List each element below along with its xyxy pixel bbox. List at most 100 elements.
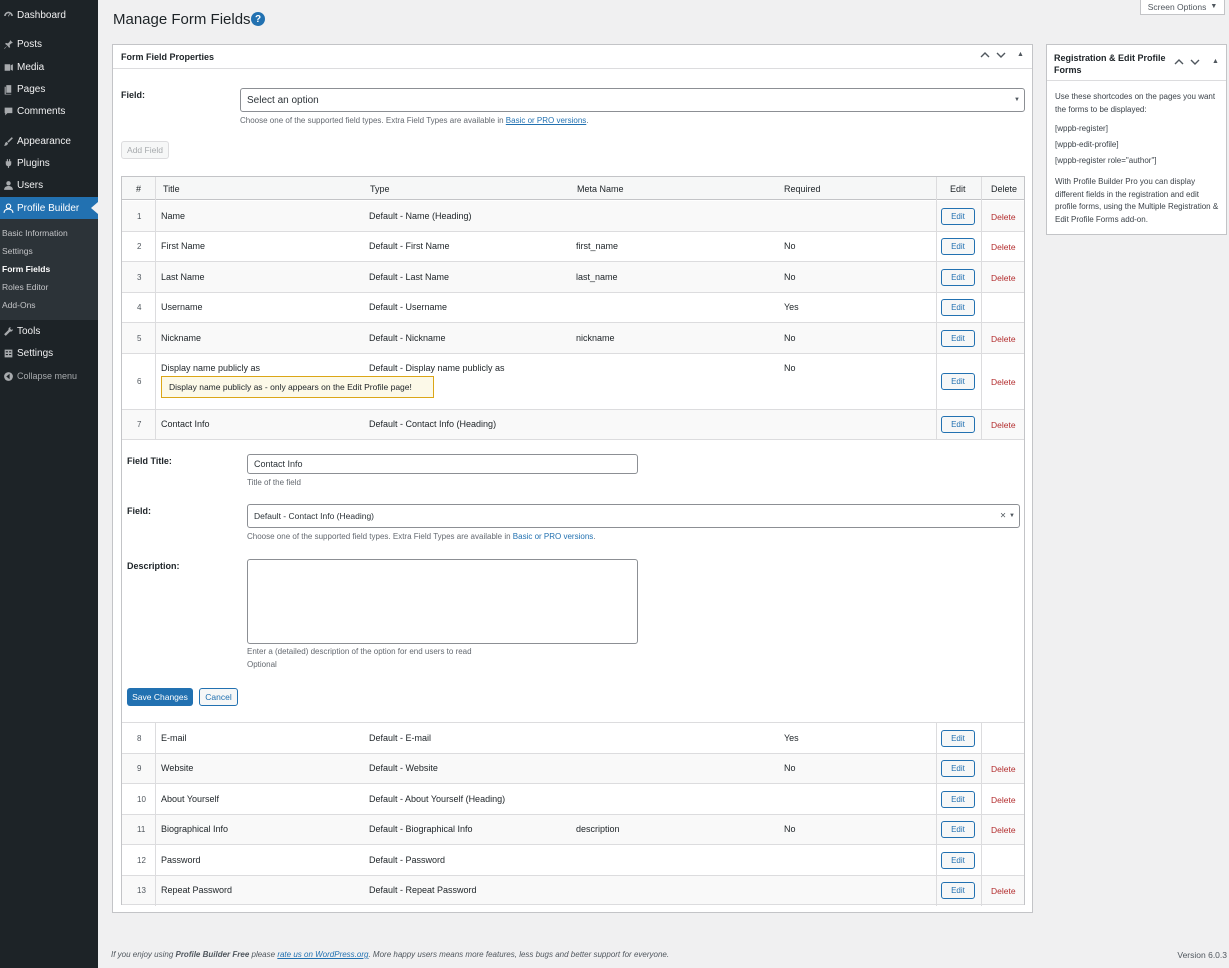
header-edit: Edit: [950, 184, 966, 194]
table-row: 12 Password Default - Password Edit: [122, 845, 1024, 876]
current-menu-arrow: [91, 202, 98, 214]
table-row: 11 Biographical Info Default - Biographica…: [122, 815, 1024, 845]
field-type-help: Choose one of the supported field types.…: [240, 116, 589, 125]
edit-button[interactable]: Edit: [941, 238, 975, 255]
delete-link[interactable]: Delete: [991, 377, 1016, 387]
row-required: No: [784, 332, 796, 343]
row-type: Default - Repeat Password: [369, 884, 477, 895]
menu-tools[interactable]: Tools: [0, 320, 98, 342]
media-icon: [2, 61, 14, 73]
edit-button[interactable]: Edit: [941, 851, 975, 869]
rate-us-link[interactable]: rate us on WordPress.org: [277, 950, 368, 959]
submenu-form-fields[interactable]: Form Fields: [2, 264, 50, 274]
delete-link[interactable]: Delete: [991, 764, 1016, 774]
field-title-help: Title of the field: [247, 478, 301, 487]
toggle-panel-icon[interactable]: ▲: [1017, 51, 1024, 58]
description-optional: Optional: [247, 660, 277, 669]
menu-posts-label: Posts: [17, 38, 43, 50]
side-move-down-icon[interactable]: [1190, 58, 1200, 68]
description-textarea[interactable]: [247, 559, 638, 644]
row-required: Yes: [784, 732, 799, 743]
menu-settings[interactable]: Settings: [0, 342, 98, 364]
form-field-properties-box: Form Field Properties ▲ Field: Select an…: [112, 44, 1033, 913]
column-divider: [155, 723, 156, 906]
column-divider: [981, 177, 982, 440]
footer-suffix: . More happy users means more features, …: [368, 950, 670, 959]
delete-link[interactable]: Delete: [991, 886, 1016, 896]
menu-posts[interactable]: Posts: [0, 33, 98, 55]
delete-link[interactable]: Delete: [991, 334, 1016, 344]
row-type: Default - First Name: [369, 241, 450, 251]
move-down-icon[interactable]: [996, 51, 1006, 61]
menu-profile-builder[interactable]: Profile Builder: [0, 197, 98, 219]
menu-appearance[interactable]: Appearance: [0, 130, 98, 152]
edit-button[interactable]: Edit: [941, 760, 975, 777]
edit-button[interactable]: Edit: [941, 881, 975, 899]
menu-dashboard[interactable]: Dashboard: [0, 4, 98, 26]
edit-button[interactable]: Edit: [941, 373, 975, 390]
cancel-button[interactable]: Cancel: [199, 688, 238, 706]
edit-field-type-help: Choose one of the supported field types.…: [247, 532, 596, 541]
save-changes-button[interactable]: Save Changes: [127, 688, 193, 706]
footer-prefix: If you enjoy using: [111, 950, 176, 959]
pro-description: With Profile Builder Pro you can display…: [1055, 177, 1219, 224]
submenu-settings[interactable]: Settings: [2, 246, 33, 256]
row-title: E-mail: [161, 732, 187, 743]
row-title: About Yourself: [161, 793, 220, 804]
edit-basic-pro-versions-link[interactable]: Basic or PRO versions: [513, 532, 593, 541]
edit-button[interactable]: Edit: [941, 821, 975, 838]
delete-link[interactable]: Delete: [991, 825, 1016, 835]
side-toggle-panel-icon[interactable]: ▲: [1212, 58, 1219, 65]
delete-link[interactable]: Delete: [991, 795, 1016, 805]
side-box-title: Registration & Edit Profile Forms: [1054, 53, 1166, 75]
menu-comments[interactable]: Comments: [0, 100, 98, 122]
row-number: 7: [137, 420, 142, 429]
collapse-menu[interactable]: Collapse menu: [0, 365, 98, 387]
field-type-select[interactable]: Select an option ▼: [240, 88, 1025, 112]
edit-button[interactable]: Edit: [941, 729, 975, 747]
delete-link[interactable]: Delete: [991, 242, 1016, 252]
edit-button[interactable]: Edit: [941, 790, 975, 808]
field-title-label: Field Title:: [127, 456, 172, 466]
submenu-basic-information[interactable]: Basic Information: [2, 228, 68, 238]
add-field-button[interactable]: Add Field: [121, 141, 169, 159]
delete-link[interactable]: Delete: [991, 420, 1016, 430]
admin-sidebar: Dashboard Posts Media Pages Comments App…: [0, 0, 98, 968]
table-row: 10 About Yourself Default - About Yourself…: [122, 784, 1024, 815]
field-title-input[interactable]: Contact Info: [247, 454, 638, 474]
clear-selection-icon[interactable]: ×: [1000, 511, 1006, 522]
help-icon[interactable]: ?: [251, 12, 265, 26]
move-up-icon[interactable]: [980, 51, 990, 61]
edit-button[interactable]: Edit: [941, 268, 975, 286]
menu-pages[interactable]: Pages: [0, 78, 98, 100]
menu-profile-builder-label: Profile Builder: [17, 202, 80, 214]
edit-field-label: Field:: [127, 506, 151, 516]
row-type: Default - Nickname: [369, 332, 446, 343]
edit-button[interactable]: Edit: [941, 329, 975, 347]
header-meta-name: Meta Name: [577, 184, 624, 194]
menu-media[interactable]: Media: [0, 56, 98, 78]
submenu-roles-editor[interactable]: Roles Editor: [2, 282, 48, 292]
side-move-up-icon[interactable]: [1174, 58, 1184, 68]
menu-users-label: Users: [17, 179, 44, 191]
edit-button[interactable]: Edit: [941, 299, 975, 316]
shortcodes-intro: Use these shortcodes on the pages you wa…: [1055, 92, 1216, 114]
edit-button[interactable]: Edit: [941, 207, 975, 225]
edit-field-type-select[interactable]: Default - Contact Info (Heading) × ▼: [247, 504, 1020, 528]
basic-pro-versions-link[interactable]: Basic or PRO versions: [506, 116, 586, 125]
delete-link[interactable]: Delete: [991, 273, 1016, 283]
footer-brand: Profile Builder Free: [175, 950, 250, 959]
side-box-header: Registration & Edit Profile Forms ▲: [1047, 45, 1226, 81]
screen-options-button[interactable]: Screen Options ▼: [1140, 0, 1225, 15]
row-number: 11: [137, 825, 146, 834]
delete-link[interactable]: Delete: [991, 212, 1016, 222]
table-row: 3 Last Name Default - Last Name last_name No…: [122, 262, 1024, 293]
row-number: 8: [137, 733, 142, 743]
collapse-menu-label: Collapse menu: [17, 371, 78, 381]
row-title: First Name: [161, 241, 206, 251]
menu-users[interactable]: Users: [0, 174, 98, 196]
edit-button[interactable]: Edit: [941, 416, 975, 433]
row-required: No: [784, 241, 796, 251]
submenu-add-ons[interactable]: Add-Ons: [2, 300, 36, 310]
menu-plugins[interactable]: Plugins: [0, 152, 98, 174]
